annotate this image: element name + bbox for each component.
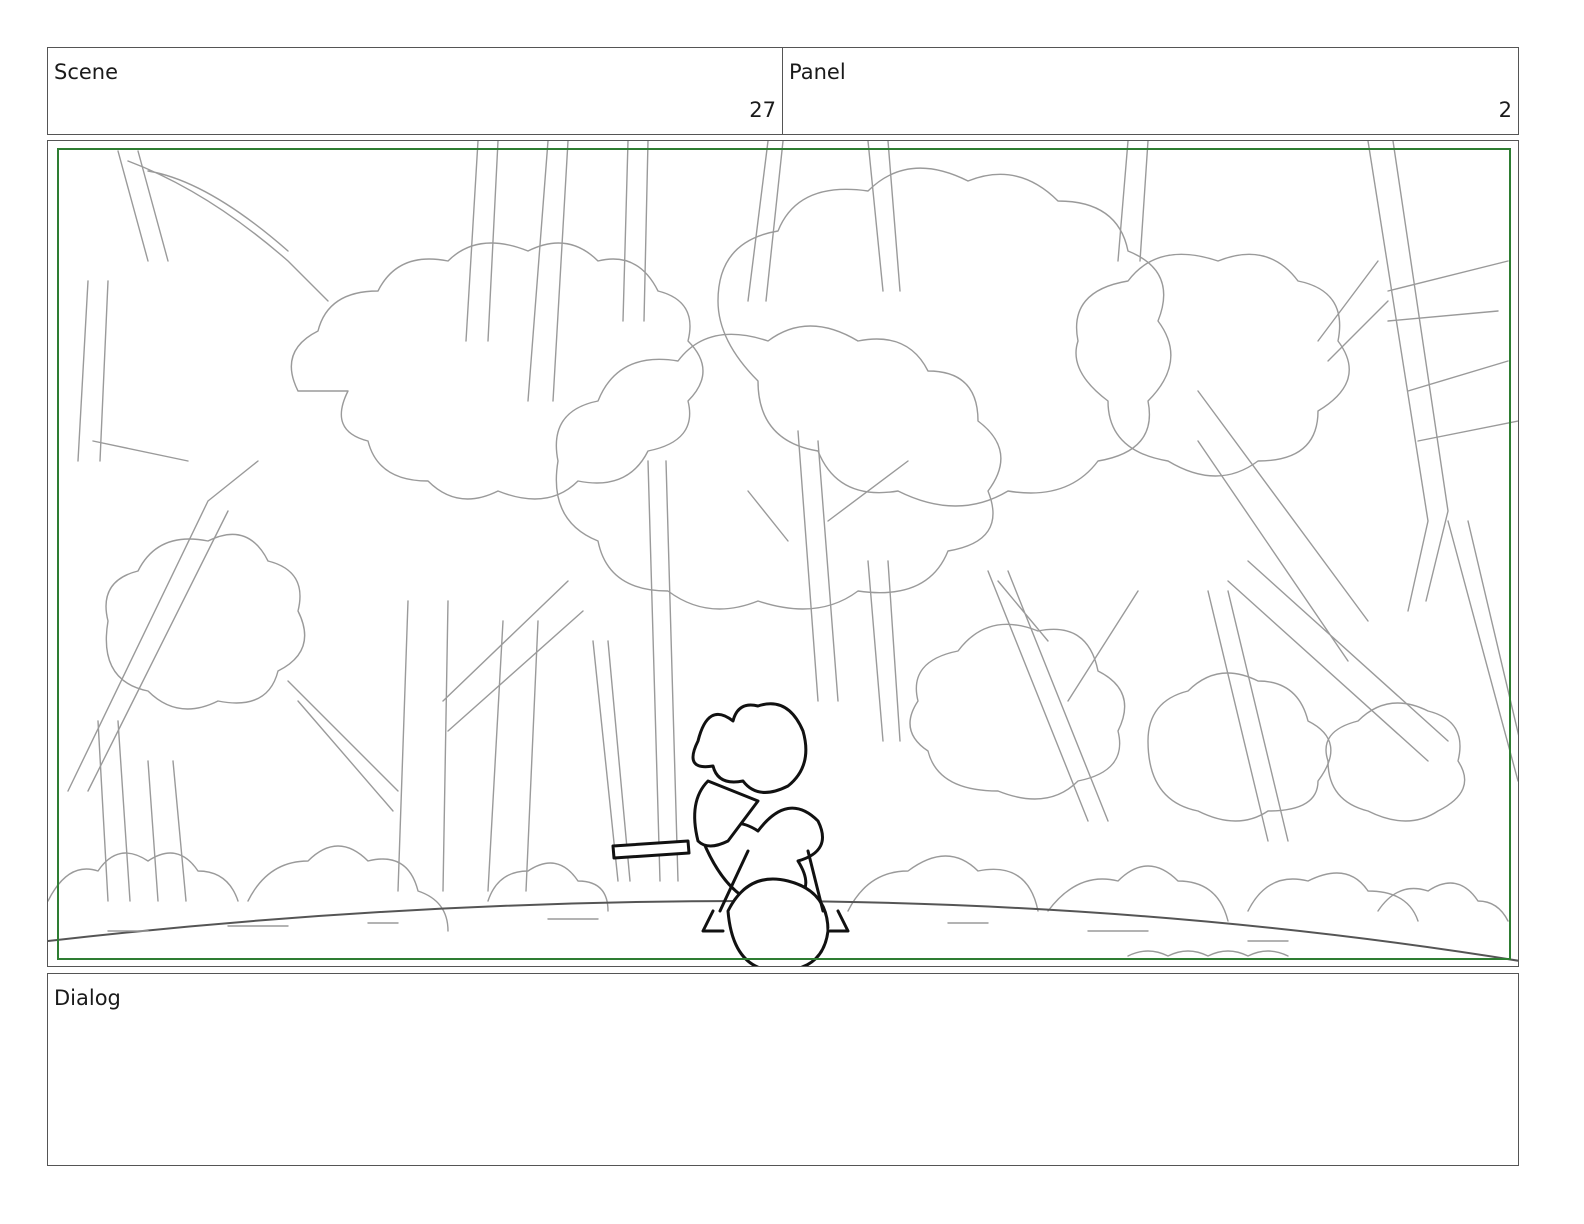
scene-cell: Scene 27 bbox=[47, 47, 783, 135]
panel-number: 2 bbox=[1498, 98, 1512, 122]
panel-cell: Panel 2 bbox=[782, 47, 1519, 135]
panel-label: Panel bbox=[789, 60, 846, 84]
scene-label: Scene bbox=[54, 60, 119, 84]
forest-sketch-illustration bbox=[48, 141, 1518, 966]
dialog-label: Dialog bbox=[54, 986, 121, 1010]
storyboard-frame bbox=[47, 140, 1519, 967]
scene-number: 27 bbox=[749, 98, 776, 122]
dialog-cell: Dialog bbox=[47, 973, 1519, 1166]
